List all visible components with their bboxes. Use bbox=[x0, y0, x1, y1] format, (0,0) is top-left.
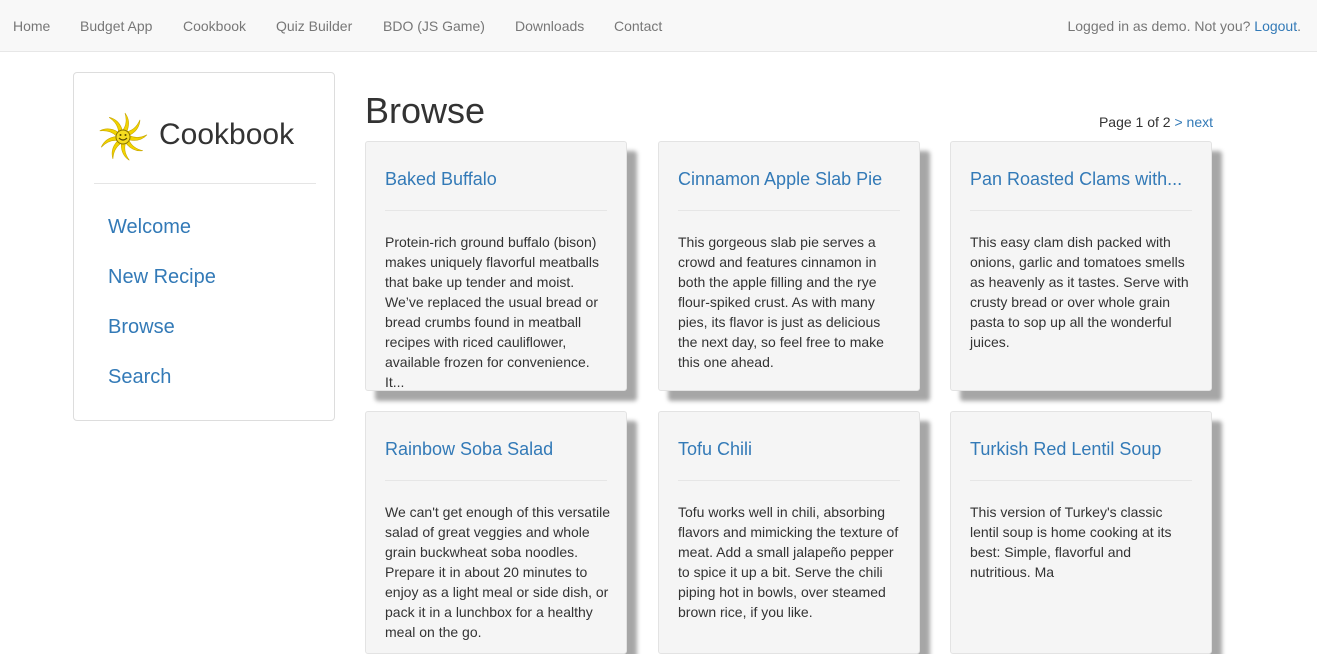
recipe-card: Rainbow Soba Salad We can't get enough o… bbox=[365, 411, 627, 654]
sidebar-item-browse[interactable]: Browse bbox=[108, 315, 175, 339]
pager-text: Page 1 of 2 bbox=[1098, 114, 1175, 130]
recipe-description: This gorgeous slab pie serves a crowd an… bbox=[678, 234, 884, 370]
login-status: Logged in as demo. Not you? Logout. bbox=[1067, 17, 1301, 35]
recipe-title-link[interactable]: Pan Roasted Clams with... bbox=[970, 168, 1182, 190]
card-divider bbox=[678, 480, 900, 481]
recipe-description: We can't get enough of this versatile sa… bbox=[385, 504, 610, 640]
pager: Page 1 of 2 > next bbox=[1099, 113, 1213, 131]
recipe-description: This easy clam dish packed with onions, … bbox=[970, 234, 1189, 350]
sidebar-item-search[interactable]: Search bbox=[108, 365, 171, 389]
brand-divider bbox=[94, 183, 316, 184]
recipe-title-link[interactable]: Baked Buffalo bbox=[385, 168, 497, 190]
nav-budget-app-link[interactable]: Budget App bbox=[80, 17, 152, 35]
recipe-card: Baked Buffalo Protein-rich ground buffal… bbox=[365, 141, 627, 391]
nav-bdo-game-link[interactable]: BDO (JS Game) bbox=[383, 17, 485, 35]
sidebar-item-new-recipe[interactable]: New Recipe bbox=[108, 265, 216, 289]
card-divider bbox=[970, 480, 1192, 481]
login-text: Logged in as demo. Not you? bbox=[1067, 18, 1255, 34]
recipe-description: Tofu works well in chili, absorbing flav… bbox=[678, 504, 899, 620]
nav-contact-link[interactable]: Contact bbox=[614, 17, 662, 35]
sun-icon bbox=[99, 112, 148, 161]
logout-link[interactable]: Logout bbox=[1254, 18, 1297, 34]
recipe-description: This version of Turkey's classic lentil … bbox=[970, 504, 1172, 580]
nav-downloads-link[interactable]: Downloads bbox=[515, 17, 584, 35]
recipe-title-link[interactable]: Turkish Red Lentil Soup bbox=[970, 438, 1161, 460]
nav-home-link[interactable]: Home bbox=[13, 17, 50, 35]
brand-title[interactable]: Cookbook bbox=[159, 117, 294, 153]
top-navbar: Home Budget App Cookbook Quiz Builder BD… bbox=[0, 0, 1317, 52]
recipe-card: Cinnamon Apple Slab Pie This gorgeous sl… bbox=[658, 141, 920, 391]
brand: Cookbook bbox=[94, 109, 316, 165]
recipe-title-link[interactable]: Cinnamon Apple Slab Pie bbox=[678, 168, 882, 190]
page-title: Browse bbox=[365, 90, 486, 131]
card-divider bbox=[678, 210, 900, 211]
recipe-title-link[interactable]: Rainbow Soba Salad bbox=[385, 438, 553, 460]
recipe-card: Turkish Red Lentil Soup This version of … bbox=[950, 411, 1212, 654]
sidebar-item-welcome[interactable]: Welcome bbox=[108, 215, 191, 239]
logout-suffix: . bbox=[1297, 18, 1301, 34]
card-divider bbox=[385, 480, 607, 481]
nav-quiz-builder-link[interactable]: Quiz Builder bbox=[276, 17, 352, 35]
recipe-title-link[interactable]: Tofu Chili bbox=[678, 438, 752, 460]
nav-cookbook-link[interactable]: Cookbook bbox=[183, 17, 246, 35]
recipe-card: Tofu Chili Tofu works well in chili, abs… bbox=[658, 411, 920, 654]
pager-next-link[interactable]: > next bbox=[1174, 114, 1213, 130]
card-divider bbox=[385, 210, 607, 211]
card-divider bbox=[970, 210, 1192, 211]
sidebar-panel: Cookbook Welcome New Recipe Browse Searc… bbox=[73, 72, 335, 421]
recipe-card: Pan Roasted Clams with... This easy clam… bbox=[950, 141, 1212, 391]
recipe-description: Protein-rich ground buffalo (bison) make… bbox=[385, 234, 599, 390]
